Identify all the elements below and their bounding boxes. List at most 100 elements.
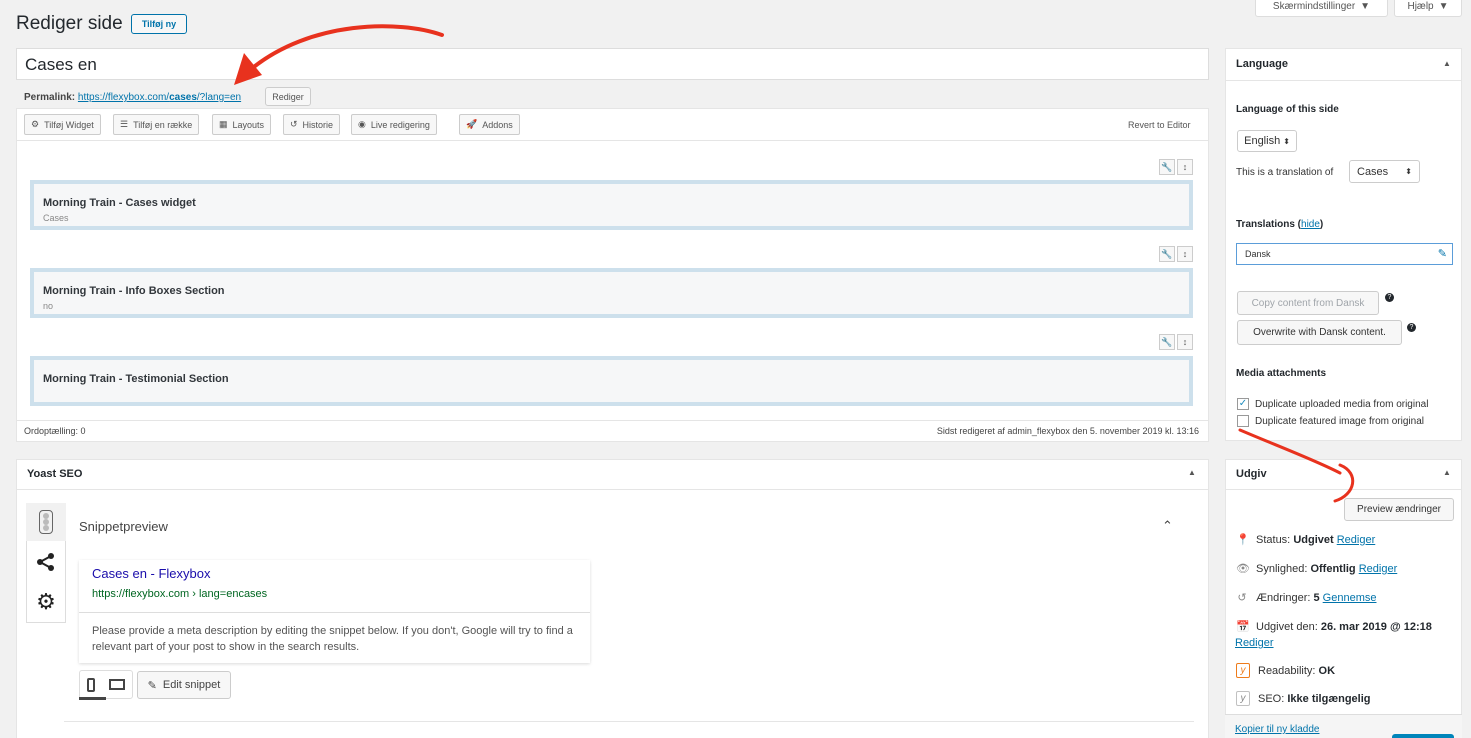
visibility-row: 👁 Synlighed: Offentlig Rediger xyxy=(1236,562,1398,576)
caret-down-icon: ▼ xyxy=(1360,1,1371,12)
screen-options-label: Skærmindstillinger xyxy=(1272,1,1356,12)
widget-subtitle: Cases xyxy=(43,213,69,223)
status-value: Udgivet xyxy=(1293,533,1334,546)
snippet-description: Please provide a meta description by edi… xyxy=(92,625,573,653)
language-title: Language xyxy=(1236,58,1288,70)
snippet-divider xyxy=(79,612,590,613)
annotation-arrow-permalink xyxy=(234,24,444,85)
preview-changes-button[interactable]: Preview ændringer xyxy=(1344,498,1454,521)
yoast-readability-icon: y xyxy=(1236,663,1250,678)
history-button[interactable]: ↺ Historie xyxy=(283,114,341,135)
help-icon[interactable]: ? xyxy=(1407,323,1416,332)
word-count: Ordoptælling: 0 xyxy=(24,426,86,436)
widget-info-boxes[interactable]: Morning Train - Info Boxes Section no xyxy=(30,268,1193,318)
copy-to-draft-link[interactable]: Kopier til ny kladde xyxy=(1235,724,1320,735)
calendar-icon: 📅 xyxy=(1236,621,1250,633)
widget-testimonial[interactable]: Morning Train - Testimonial Section xyxy=(30,356,1193,406)
checkbox-checked[interactable]: ✓ xyxy=(1237,398,1249,410)
overwrite-button[interactable]: Overwrite with Dansk content. xyxy=(1237,320,1402,345)
translation-dansk-input[interactable]: Dansk ✎ xyxy=(1236,243,1453,265)
revert-to-editor-link[interactable]: Revert to Editor xyxy=(1128,120,1191,130)
mobile-icon[interactable] xyxy=(87,677,95,692)
move-icon[interactable]: ↕ xyxy=(1177,334,1193,350)
widget-cases[interactable]: Morning Train - Cases widget Cases xyxy=(30,180,1193,230)
live-edit-button[interactable]: ◉ Live redigering xyxy=(351,114,437,135)
add-new-button[interactable]: Tilføj ny xyxy=(131,14,187,34)
edit-snippet-label: Edit snippet xyxy=(162,679,221,691)
help-icon[interactable]: ? xyxy=(1385,293,1394,302)
move-icon[interactable]: ↕ xyxy=(1177,246,1193,262)
language-header-divider xyxy=(1225,80,1462,81)
widget-tools: 🔧 ↕ xyxy=(1159,246,1193,262)
layouts-button[interactable]: ▦ Layouts xyxy=(212,114,272,135)
permalink-slug: cases xyxy=(169,92,197,103)
seo-row: y SEO: Ikke tilgængelig xyxy=(1236,691,1371,706)
translation-of-select[interactable]: Cases ⬍ xyxy=(1349,160,1420,183)
revisions-row: ↺ Ændringer: 5 Gennemse xyxy=(1236,591,1377,605)
widget-icon: ⚙ xyxy=(31,119,40,129)
language-collapse-icon[interactable]: ▲ xyxy=(1443,59,1451,68)
last-edited: Sidst redigeret af admin_flexybox den 5.… xyxy=(936,426,1199,436)
help-button[interactable]: Hjælp ▼ xyxy=(1394,0,1462,17)
status-bar-divider xyxy=(16,420,1209,421)
mobile-active-indicator xyxy=(79,697,106,700)
snippet-collapse-icon[interactable]: ⌃ xyxy=(1162,518,1173,534)
translation-dansk-value: Dansk xyxy=(1245,249,1271,259)
visibility-value: Offentlig xyxy=(1310,562,1356,575)
pencil-icon: ✎ xyxy=(147,679,157,692)
language-of-side-label: Language of this side xyxy=(1236,104,1339,115)
permalink-row: Permalink: https://flexybox.com/cases/?l… xyxy=(24,92,241,103)
widget-subtitle: no xyxy=(43,301,54,311)
layouts-label: Layouts xyxy=(232,119,265,130)
gear-icon[interactable]: ⚙ xyxy=(26,583,66,621)
revisions-label: Ændringer: xyxy=(1256,591,1311,604)
edit-snippet-button[interactable]: ✎ Edit snippet xyxy=(137,671,231,699)
edit-published-link[interactable]: Rediger xyxy=(1235,637,1274,649)
pin-icon: 📍 xyxy=(1236,534,1250,546)
media-option-1[interactable]: ✓ Duplicate uploaded media from original xyxy=(1237,398,1428,410)
update-button[interactable] xyxy=(1392,734,1454,738)
readability-row: y Readability: OK xyxy=(1236,663,1335,678)
snippet-url: https://flexybox.com › lang=encases xyxy=(92,588,268,600)
widget-title: Morning Train - Cases widget xyxy=(43,197,196,209)
publish-collapse-icon[interactable]: ▲ xyxy=(1443,468,1451,477)
browse-revisions-link[interactable]: Gennemse xyxy=(1323,592,1377,604)
post-title-input[interactable]: Cases en xyxy=(16,48,1209,80)
permalink-link[interactable]: https://flexybox.com/cases/?lang=en xyxy=(78,92,241,103)
language-select[interactable]: English ⬍ xyxy=(1237,130,1297,152)
move-icon[interactable]: ↕ xyxy=(1177,159,1193,175)
edit-visibility-link[interactable]: Rediger xyxy=(1359,563,1398,575)
yoast-collapse-icon[interactable]: ▲ xyxy=(1188,468,1196,477)
edit-status-link[interactable]: Rediger xyxy=(1337,534,1376,546)
edit-pencil-icon[interactable]: ✎ xyxy=(1438,247,1447,260)
yoast-seo-icon: y xyxy=(1236,691,1250,706)
help-label: Hjælp xyxy=(1407,1,1434,12)
widget-tools: 🔧 ↕ xyxy=(1159,159,1193,175)
wrench-icon[interactable]: 🔧 xyxy=(1159,159,1175,175)
add-widget-button[interactable]: ⚙ Tilføj Widget xyxy=(24,114,101,135)
history-icon: ↺ xyxy=(1237,592,1247,604)
addons-label: Addons xyxy=(482,119,513,130)
seo-value: Ikke tilgængelig xyxy=(1287,692,1371,705)
copy-content-button[interactable]: Copy content from Dansk xyxy=(1237,291,1379,315)
wrench-icon[interactable]: 🔧 xyxy=(1159,334,1175,350)
media-option-1-label: Duplicate uploaded media from original xyxy=(1255,398,1429,410)
add-row-button[interactable]: ☰ Tilføj en række xyxy=(113,114,200,135)
traffic-light-icon[interactable] xyxy=(26,503,66,541)
published-value: 26. mar 2019 @ 12:18 xyxy=(1320,620,1432,633)
widget-title: Morning Train - Info Boxes Section xyxy=(43,285,225,297)
select-arrows-icon: ⬍ xyxy=(1283,136,1290,146)
hide-translations-link[interactable]: hide xyxy=(1301,219,1320,230)
desktop-icon[interactable] xyxy=(109,679,125,690)
widget-title: Morning Train - Testimonial Section xyxy=(43,373,229,385)
snippet-title[interactable]: Cases en - Flexybox xyxy=(92,566,211,581)
addons-button[interactable]: 🚀 Addons xyxy=(459,114,520,135)
wrench-icon[interactable]: 🔧 xyxy=(1159,246,1175,262)
readability-value: OK xyxy=(1318,664,1336,677)
screen-options-button[interactable]: Skærmindstillinger ▼ xyxy=(1255,0,1388,17)
share-icon[interactable] xyxy=(26,543,66,581)
revisions-value: 5 xyxy=(1313,591,1320,604)
builder-toolbar-divider xyxy=(16,140,1209,141)
status-row: 📍 Status: Udgivet Rediger xyxy=(1236,533,1376,547)
row-icon: ☰ xyxy=(120,119,129,129)
